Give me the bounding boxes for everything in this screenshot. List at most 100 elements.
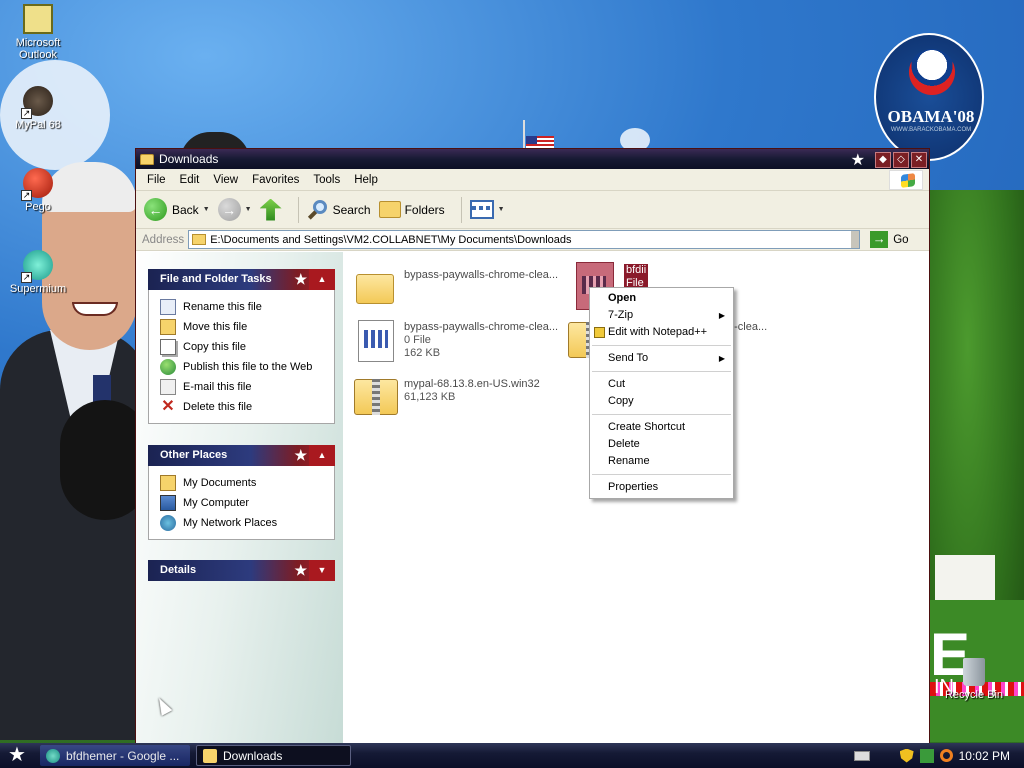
menu-item-copy[interactable]: Copy	[590, 393, 733, 410]
taskbar-item-downloads[interactable]: Downloads	[196, 745, 351, 766]
menu-item-edit-notepad[interactable]: Edit with Notepad++	[590, 324, 733, 341]
desktop-icon-pego[interactable]: ↗ Pego	[3, 168, 73, 213]
file-tasks-list: Rename this file Move this file Copy thi…	[148, 290, 335, 424]
close-button[interactable]: ✕	[911, 152, 927, 168]
application-file-icon	[352, 316, 400, 364]
search-button[interactable]: Search	[307, 199, 371, 221]
system-tray: 10:02 PM	[853, 743, 1024, 768]
file-item-zip[interactable]: mypal-68.13.8.en-US.win32 61,123 KB	[352, 373, 540, 421]
address-bar: Address E:\Documents and Settings\VM2.CO…	[136, 229, 929, 251]
file-item[interactable]: bypass-paywalls-chrome-clea... 0 File 16…	[352, 316, 558, 364]
collapse-icon[interactable]: ▲	[309, 269, 335, 290]
forward-arrow-icon: →	[217, 198, 241, 221]
window-titlebar[interactable]: Downloads ★ ◆ ◇ ✕	[136, 149, 929, 169]
folder-icon	[352, 264, 400, 312]
taskbar-item-browser[interactable]: bfdhemer - Google ...	[40, 745, 190, 766]
menu-item-rename[interactable]: Rename	[590, 453, 733, 470]
desktop-icon-mypal[interactable]: ↗ MyPal 68	[3, 86, 73, 131]
search-icon[interactable]	[939, 749, 953, 762]
file-name: bypass-paywalls-chrome-clea...	[404, 321, 559, 333]
shortcut-arrow-icon: ↗	[21, 190, 32, 201]
expand-icon[interactable]: ▼	[309, 560, 335, 581]
place-my-documents[interactable]: My Documents	[160, 473, 334, 493]
place-my-computer[interactable]: My Computer	[160, 493, 334, 513]
menu-item-open[interactable]: Open	[590, 290, 733, 307]
menu-item-7zip[interactable]: 7-Zip ▶	[590, 307, 733, 324]
place-my-network[interactable]: My Network Places	[160, 513, 334, 533]
menu-view[interactable]: View	[206, 174, 245, 186]
menu-file[interactable]: File	[140, 174, 173, 186]
other-places-panel: Other Places ★ ▲ My Documents My Compute…	[148, 445, 335, 540]
views-button[interactable]: ▼	[469, 200, 505, 219]
badge-url: WWW.BARACKOBAMA.COM	[890, 127, 972, 133]
search-label: Search	[332, 202, 371, 217]
keyboard-icon[interactable]	[853, 750, 870, 761]
go-button[interactable]: → Go	[870, 231, 909, 248]
obama-logo-icon	[909, 49, 955, 95]
menu-item-create-shortcut[interactable]: Create Shortcut	[590, 419, 733, 436]
taskbar-item-label: bfdhemer - Google ...	[66, 748, 180, 763]
file-tasks-panel: File and Folder Tasks ★ ▲ Rename this fi…	[148, 269, 335, 424]
folder-content: File and Folder Tasks ★ ▲ Rename this fi…	[136, 252, 929, 743]
menu-item-properties[interactable]: Properties	[590, 479, 733, 496]
context-menu: Open 7-Zip ▶ Edit with Notepad++ Send To…	[589, 287, 734, 499]
supermium-icon: ↗	[21, 250, 53, 283]
desktop-icon-label: MyPal 68	[15, 119, 61, 131]
minimize-button[interactable]: ◆	[875, 152, 891, 168]
menu-tools[interactable]: Tools	[306, 174, 347, 186]
menu-item-send-to[interactable]: Send To ▶	[590, 350, 733, 367]
menu-edit[interactable]: Edit	[173, 174, 207, 186]
details-panel: Details ★ ▼	[148, 560, 335, 581]
address-dropdown[interactable]	[851, 231, 860, 248]
shield-icon[interactable]	[899, 748, 914, 763]
desktop-icon-outlook[interactable]: Microsoft Outlook	[3, 4, 73, 61]
place-label: My Computer	[183, 497, 250, 509]
maximize-button[interactable]: ◇	[893, 152, 909, 168]
menu-favorites[interactable]: Favorites	[245, 174, 306, 186]
window-controls: ★ ◆ ◇ ✕	[851, 150, 927, 170]
menu-item-delete[interactable]: Delete	[590, 436, 733, 453]
file-item-folder[interactable]: bypass-paywalls-chrome-clea...	[352, 264, 558, 312]
task-publish[interactable]: Publish this file to the Web	[160, 357, 334, 377]
delete-x-icon: ✕	[161, 398, 175, 415]
folders-button[interactable]: Folders	[378, 201, 445, 218]
toolbar: ← Back ▼ → ▼ Search Folders ▼	[136, 191, 929, 229]
task-move[interactable]: Move this file	[160, 317, 334, 337]
up-button[interactable]	[259, 198, 282, 221]
star-icon: ★	[850, 152, 865, 169]
badge-text: OBAMA'08	[887, 107, 975, 126]
address-input[interactable]: E:\Documents and Settings\VM2.COLLABNET\…	[188, 230, 861, 249]
place-label: My Documents	[183, 477, 257, 489]
other-places-header[interactable]: Other Places ★ ▲	[148, 445, 335, 466]
menu-help[interactable]: Help	[347, 174, 385, 186]
start-button[interactable]: ★	[0, 743, 34, 768]
back-button[interactable]: ← Back ▼	[144, 198, 210, 221]
my-documents-icon	[160, 475, 176, 491]
move-icon	[160, 319, 176, 335]
desktop-icon-supermium[interactable]: ↗ Supermium	[3, 250, 73, 295]
forward-button[interactable]: → ▼	[217, 198, 252, 221]
chevron-down-icon: ▼	[244, 206, 252, 213]
task-label: Publish this file to the Web	[183, 361, 313, 373]
collapse-icon[interactable]: ▲	[309, 445, 335, 466]
panel-title: Details	[160, 564, 197, 576]
menu-item-cut[interactable]: Cut	[590, 376, 733, 393]
task-delete[interactable]: ✕ Delete this file	[160, 397, 334, 417]
network-icon[interactable]	[919, 748, 934, 763]
submenu-arrow-icon: ▶	[718, 311, 725, 320]
desktop-icon-label: Pego	[25, 201, 51, 213]
chevron-down-icon: ▼	[497, 206, 505, 213]
globe-icon	[160, 359, 176, 375]
task-copy[interactable]: Copy this file	[160, 337, 334, 357]
details-header[interactable]: Details ★ ▼	[148, 560, 335, 581]
explorer-window: Downloads ★ ◆ ◇ ✕ File Edit View Favorit…	[135, 148, 930, 744]
task-label: Copy this file	[183, 341, 246, 353]
menu-item-label: Edit with Notepad++	[608, 326, 708, 338]
task-rename[interactable]: Rename this file	[160, 297, 334, 317]
task-email[interactable]: E-mail this file	[160, 377, 334, 397]
desktop-icon-recycle-bin[interactable]: Recycle Bin	[939, 658, 1009, 701]
file-tasks-header[interactable]: File and Folder Tasks ★ ▲	[148, 269, 335, 290]
menu-separator	[592, 414, 731, 415]
task-label: Move this file	[183, 321, 248, 333]
folder-icon	[203, 748, 217, 763]
